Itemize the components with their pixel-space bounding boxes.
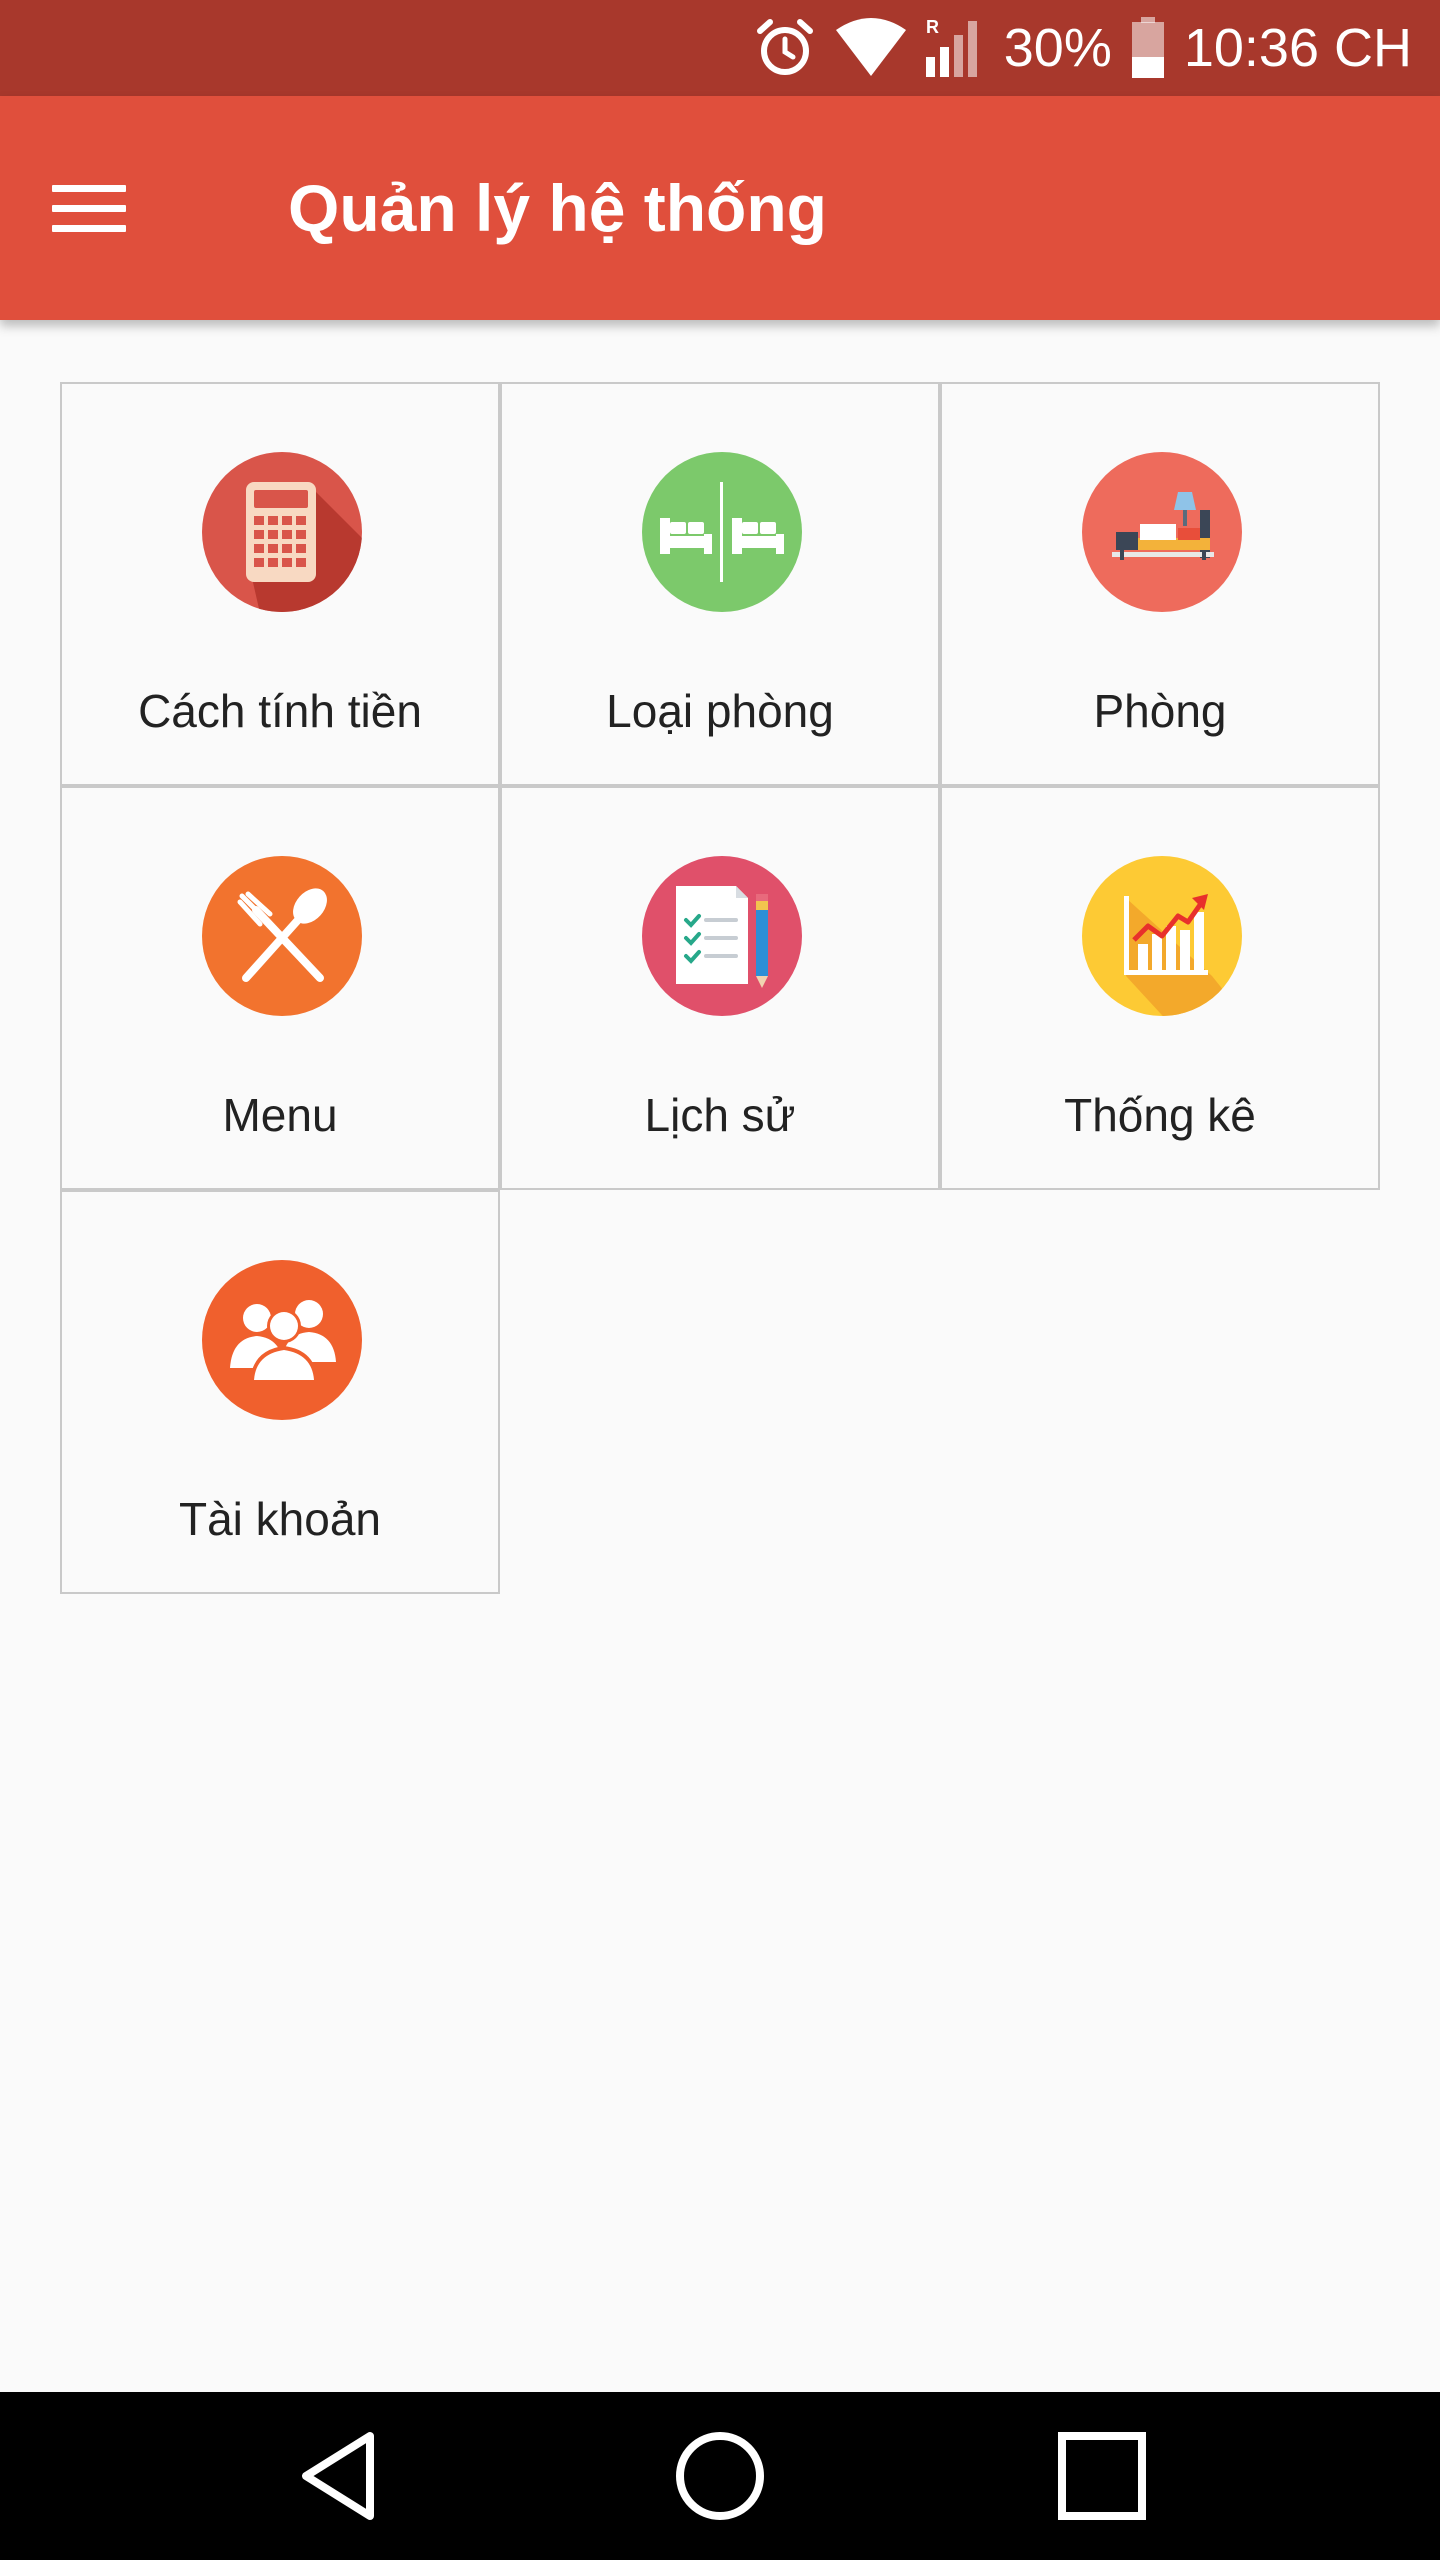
tile-label: Tài khoản: [178, 1493, 381, 1545]
menu-button[interactable]: [52, 160, 172, 256]
tile-room-types[interactable]: Loại phòng: [500, 382, 940, 786]
tile-statistics[interactable]: Thống kê: [940, 786, 1380, 1190]
back-icon: [302, 2432, 374, 2520]
back-button[interactable]: [270, 2416, 410, 2536]
page-title: Quản lý hệ thống: [288, 171, 827, 245]
home-icon: [676, 2432, 764, 2520]
tile-label: Menu: [222, 1089, 338, 1141]
users-icon: [202, 1260, 362, 1420]
recents-button[interactable]: [1032, 2416, 1172, 2536]
twin-beds-icon: [642, 452, 802, 612]
app-bar: Quản lý hệ thống: [0, 96, 1440, 320]
tile-label: Cách tính tiền: [138, 685, 422, 737]
status-bar: R 30% 10:36 CH: [0, 0, 1440, 96]
svg-text:R: R: [926, 17, 939, 37]
battery-percentage-text: 30%: [1003, 18, 1112, 78]
tile-label: Loại phòng: [606, 685, 834, 737]
tile-rooms[interactable]: Phòng: [940, 382, 1380, 786]
menu-icon: [52, 172, 126, 245]
battery-percentage: 30%: [1004, 21, 1112, 75]
tile-label: Thống kê: [1064, 1089, 1256, 1141]
tile-label: Phòng: [1093, 685, 1227, 737]
clock: 10:36 CH: [1184, 21, 1412, 75]
fork-spoon-icon: [202, 856, 362, 1016]
alarm-icon: [754, 17, 816, 79]
tile-history[interactable]: Lịch sử: [500, 786, 940, 1190]
home-button[interactable]: [650, 2416, 790, 2536]
growth-chart-icon: [1082, 856, 1242, 1016]
signal-icon: R: [925, 17, 986, 79]
checklist-icon: [642, 856, 802, 1016]
tile-label: Lịch sử: [644, 1089, 796, 1141]
clock-text: 10:36 CH: [1183, 18, 1412, 78]
tile-menu[interactable]: Menu: [60, 786, 500, 1190]
battery-icon: [1130, 17, 1166, 79]
tile-billing[interactable]: Cách tính tiền: [60, 382, 500, 786]
navigation-bar: [0, 2392, 1440, 2560]
wifi-icon: [834, 18, 908, 78]
calculator-icon: [202, 452, 362, 612]
recents-icon: [1058, 2432, 1146, 2520]
bedroom-icon: [1082, 452, 1242, 612]
tile-accounts[interactable]: Tài khoản: [60, 1190, 500, 1594]
